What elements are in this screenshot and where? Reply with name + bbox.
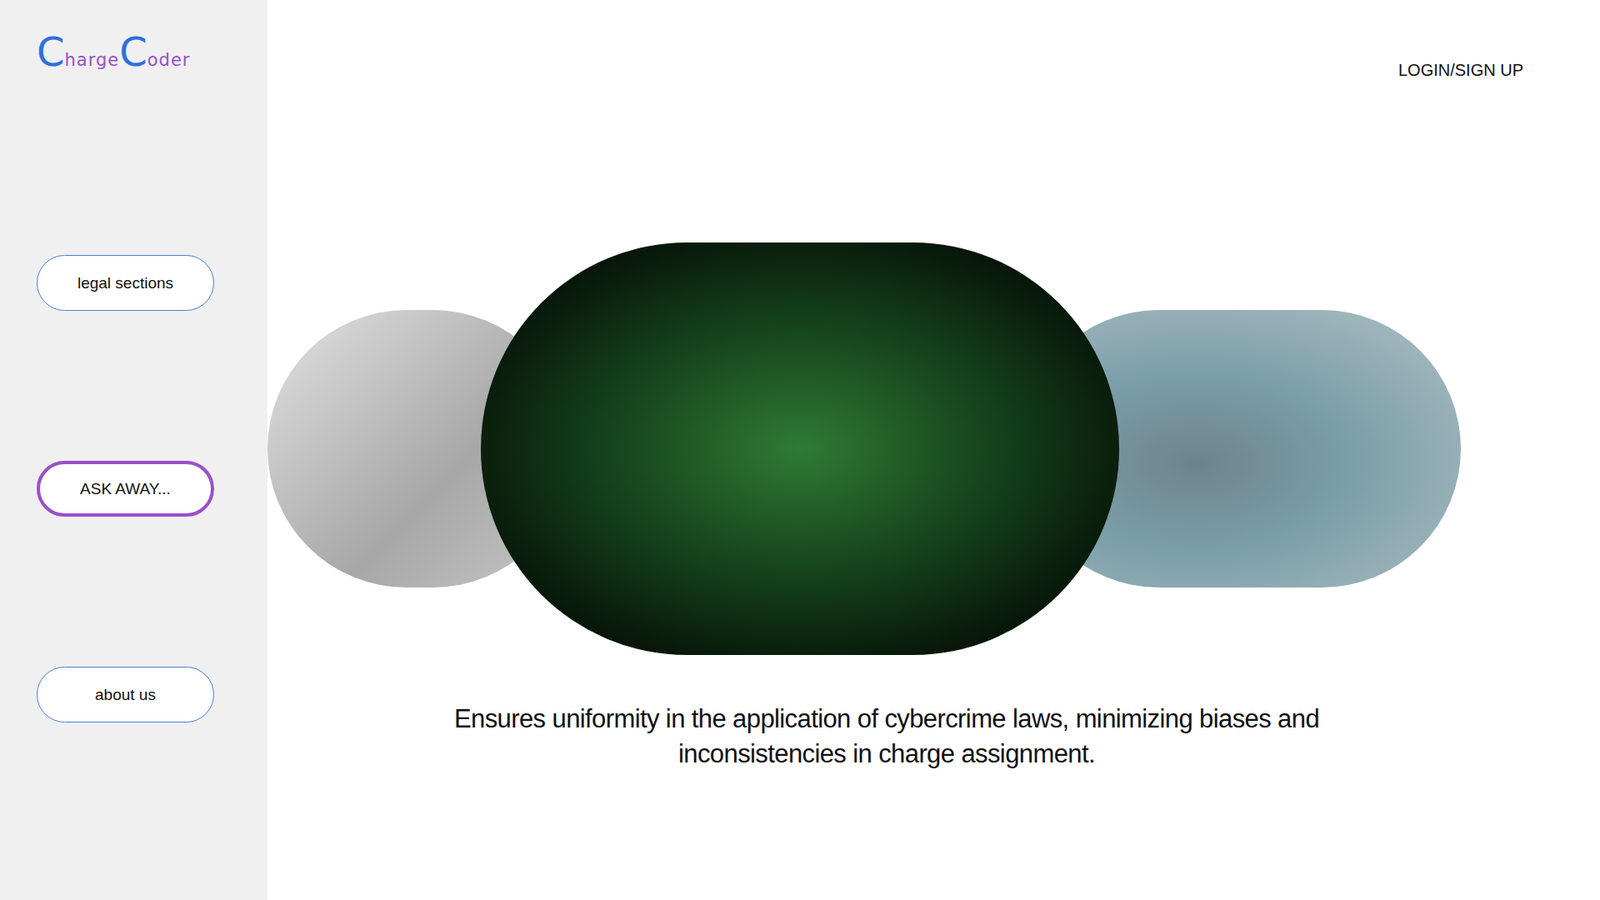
- logo[interactable]: ChargeCoder: [36, 30, 268, 74]
- sidebar: ChargeCoder legal sections ASK AWAY... abou…: [0, 0, 268, 900]
- sidebar-item[interactable]: ASK AWAY...: [36, 460, 215, 517]
- logo-part: oder: [147, 50, 191, 70]
- login-link[interactable]: LOGIN/SIGN UP: [1398, 58, 1524, 82]
- carousel-slide[interactable]: [480, 242, 1120, 655]
- header: LOGIN/SIGN UP: [267, 0, 1600, 82]
- caption: Ensures uniformity in the application of…: [428, 701, 1345, 772]
- page: ChargeCoder legal sections ASK AWAY... abou…: [0, 0, 1600, 900]
- logo-part: C: [36, 30, 65, 74]
- sidebar-item[interactable]: legal sections: [36, 255, 215, 311]
- sidebar-item[interactable]: about us: [36, 666, 215, 723]
- logo-part: harge: [65, 50, 120, 70]
- main-content: LOGIN/SIGN UP Ensures uniformity in the a…: [267, 0, 1600, 900]
- image-carousel: [267, 242, 1600, 655]
- sidebar-nav: legal sections ASK AWAY... about us: [36, 255, 268, 723]
- logo-part: C: [119, 30, 148, 74]
